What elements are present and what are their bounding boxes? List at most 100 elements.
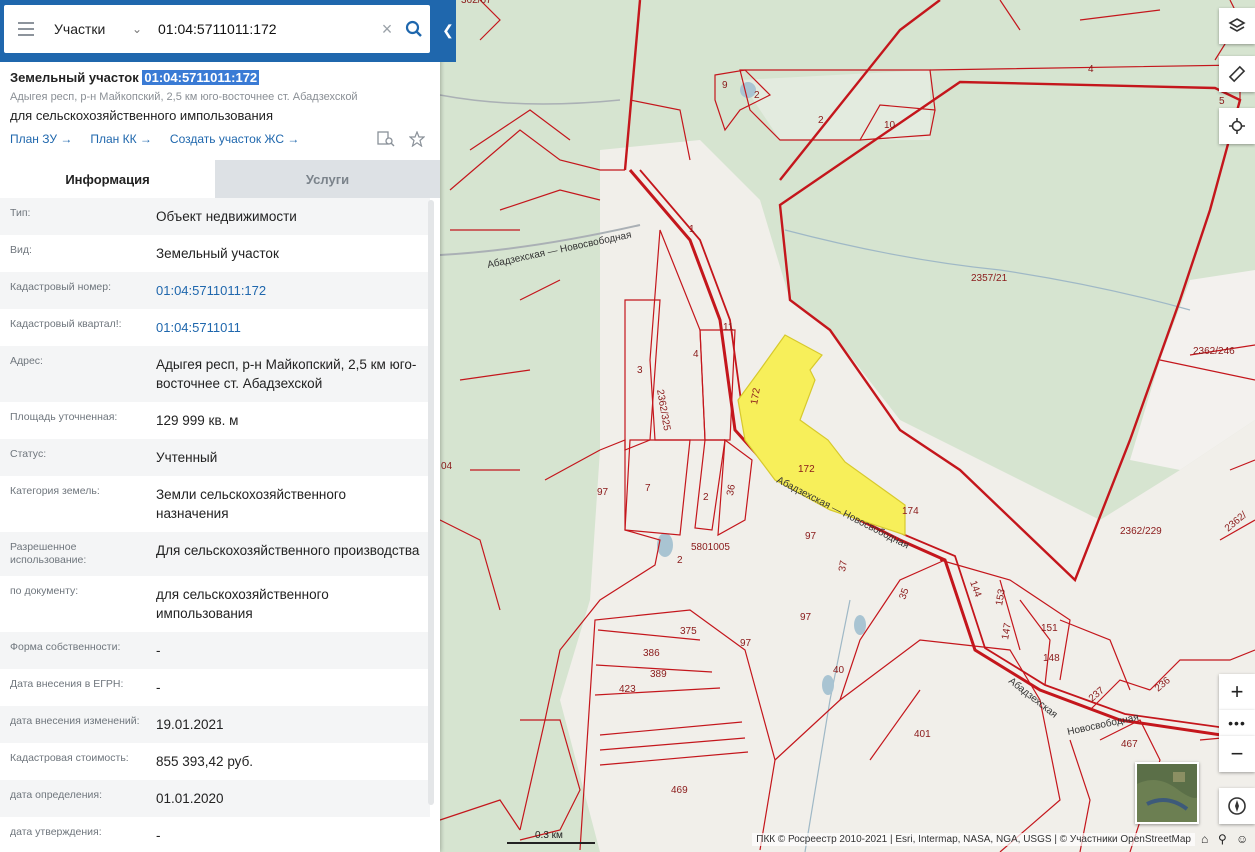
category-select[interactable]: Участки ⌄ bbox=[48, 21, 148, 37]
svg-text:1: 1 bbox=[689, 224, 695, 235]
search-input[interactable]: 01:04:5711011:172 bbox=[148, 21, 376, 37]
chevron-down-icon: ⌄ bbox=[131, 22, 142, 36]
row-value: Адыгея респ, р-н Майкопский, 2,5 км юго-… bbox=[156, 357, 417, 391]
row-key: Тип: bbox=[10, 207, 31, 219]
table-row: Площадь уточненная: 129 999 кв. м bbox=[0, 402, 430, 439]
row-value: - bbox=[156, 643, 161, 658]
document-search-icon[interactable] bbox=[377, 131, 395, 147]
table-row: Категория земель: Земли сельскохозяйствен… bbox=[0, 476, 430, 532]
plan-zu-link[interactable]: План ЗУ → bbox=[10, 132, 72, 146]
row-key: Адрес: bbox=[10, 355, 43, 367]
row-key: дата внесения изменений: bbox=[10, 715, 140, 727]
svg-text:97: 97 bbox=[805, 531, 817, 542]
more-button[interactable]: ••• bbox=[1219, 710, 1255, 736]
create-parcel-link[interactable]: Создать участок ЖС → bbox=[170, 132, 299, 146]
table-row: Вид: Земельный участок bbox=[0, 235, 430, 272]
ruler-icon bbox=[1228, 65, 1246, 83]
row-value: для сельскохозяйственного импользования bbox=[156, 587, 329, 621]
measure-button[interactable] bbox=[1219, 56, 1255, 92]
object-title: Земельный участок 01:04:5711011:172 bbox=[10, 70, 435, 85]
row-key: Площадь уточненная: bbox=[10, 411, 118, 423]
table-row: Кадастровый номер: 01:04:5711011:172 bbox=[0, 272, 430, 309]
compass-button[interactable] bbox=[1219, 788, 1255, 824]
row-value: 01.01.2020 bbox=[156, 791, 224, 806]
svg-text:172: 172 bbox=[798, 464, 815, 475]
satellite-thumbnail bbox=[1137, 764, 1197, 822]
svg-text:97: 97 bbox=[800, 612, 812, 623]
table-row: дата утверждения: - bbox=[0, 817, 430, 852]
svg-text:10: 10 bbox=[884, 120, 896, 131]
plan-kk-link[interactable]: План КК → bbox=[90, 132, 152, 146]
layers-button[interactable] bbox=[1219, 8, 1255, 44]
more-icon: ••• bbox=[1228, 715, 1246, 731]
row-value: Земельный участок bbox=[156, 246, 279, 261]
zoom-out-button[interactable]: − bbox=[1219, 736, 1255, 772]
table-row: Дата внесения в ЕГРН: - bbox=[0, 669, 430, 706]
zoom-in-button[interactable]: + bbox=[1219, 674, 1255, 710]
row-key: Разрешенное использование: bbox=[10, 541, 87, 566]
svg-text:2: 2 bbox=[677, 555, 683, 566]
row-value[interactable]: 01:04:5711011 bbox=[146, 318, 430, 337]
svg-text:467: 467 bbox=[1121, 739, 1138, 750]
row-key: Дата внесения в ЕГРН: bbox=[10, 678, 124, 690]
search-box: Участки ⌄ 01:04:5711011:172 × bbox=[4, 5, 430, 53]
table-row: дата внесения изменений: 19.01.2021 bbox=[0, 706, 430, 743]
svg-text:469: 469 bbox=[671, 785, 688, 796]
object-header: Земельный участок 01:04:5711011:172 Адыг… bbox=[10, 70, 435, 147]
table-row: Кадастровый квартал!: 01:04:5711011 bbox=[0, 309, 430, 346]
home-icon[interactable]: ⌂ bbox=[1201, 832, 1208, 846]
collapse-panel-button[interactable]: ❮ bbox=[440, 18, 456, 42]
attribute-table: Тип: Объект недвижимости Вид: Земельный уча… bbox=[0, 198, 430, 852]
compass-icon bbox=[1228, 797, 1246, 815]
svg-text:386: 386 bbox=[643, 648, 660, 659]
row-key: Статус: bbox=[10, 448, 47, 460]
svg-text:362/67: 362/67 bbox=[461, 0, 492, 6]
table-row: по документу: для сельскохозяйственного и… bbox=[0, 576, 430, 632]
info-panel: Участки ⌄ 01:04:5711011:172 × ❮ Земельны… bbox=[0, 0, 456, 852]
svg-text:97: 97 bbox=[597, 487, 609, 498]
row-key: по документу: bbox=[10, 585, 79, 597]
scale-bar: 0.3 км bbox=[507, 830, 595, 846]
tab-info[interactable]: Информация bbox=[0, 160, 215, 198]
chevron-left-icon: ❮ bbox=[442, 22, 454, 38]
plus-icon: + bbox=[1230, 679, 1244, 704]
table-row: дата определения: 01.01.2020 bbox=[0, 780, 430, 817]
svg-text:9: 9 bbox=[722, 80, 728, 91]
svg-text:174: 174 bbox=[902, 506, 919, 517]
row-value: 855 393,42 руб. bbox=[156, 754, 254, 769]
search-button[interactable] bbox=[398, 5, 430, 53]
svg-text:3: 3 bbox=[637, 365, 643, 376]
row-value: - bbox=[156, 680, 161, 695]
row-key: Кадастровый квартал!: bbox=[10, 318, 122, 330]
svg-text:2357/21: 2357/21 bbox=[971, 273, 1008, 284]
row-key: Форма собственности: bbox=[10, 641, 121, 653]
row-value: 19.01.2021 bbox=[156, 717, 224, 732]
svg-text:2: 2 bbox=[818, 115, 824, 126]
svg-text:423: 423 bbox=[619, 684, 636, 695]
layers-icon bbox=[1228, 18, 1246, 32]
table-row: Статус: Учтенный bbox=[0, 439, 430, 476]
object-number[interactable]: 01:04:5711011:172 bbox=[142, 70, 260, 85]
object-type: Земельный участок bbox=[10, 70, 139, 85]
svg-text:5801005: 5801005 bbox=[691, 542, 730, 553]
basemap-switcher[interactable] bbox=[1135, 762, 1199, 824]
locate-button[interactable] bbox=[1219, 108, 1255, 144]
row-key: Кадастровая стоимость: bbox=[10, 752, 129, 764]
menu-icon[interactable] bbox=[4, 5, 48, 53]
table-row: Адрес: Адыгея респ, р-н Майкопский, 2,5 к… bbox=[0, 346, 430, 402]
clear-icon[interactable]: × bbox=[376, 19, 398, 40]
svg-text:2362/246: 2362/246 bbox=[1193, 346, 1235, 357]
category-value: Участки bbox=[54, 21, 106, 37]
row-value: 129 999 кв. м bbox=[156, 413, 239, 428]
star-icon[interactable] bbox=[409, 131, 425, 147]
link-icon[interactable]: ⚲ bbox=[1218, 832, 1227, 846]
crosshair-icon bbox=[1229, 118, 1245, 134]
svg-text:7: 7 bbox=[645, 483, 651, 494]
tab-bar: Информация Услуги bbox=[0, 160, 440, 198]
object-links: План ЗУ → План КК → Создать участок ЖС → bbox=[10, 131, 435, 147]
row-value[interactable]: 01:04:5711011:172 bbox=[146, 281, 430, 300]
svg-text:2: 2 bbox=[754, 90, 760, 101]
user-icon[interactable]: ☺ bbox=[1236, 832, 1248, 846]
scrollbar[interactable] bbox=[428, 200, 434, 805]
tab-services[interactable]: Услуги bbox=[215, 160, 440, 198]
